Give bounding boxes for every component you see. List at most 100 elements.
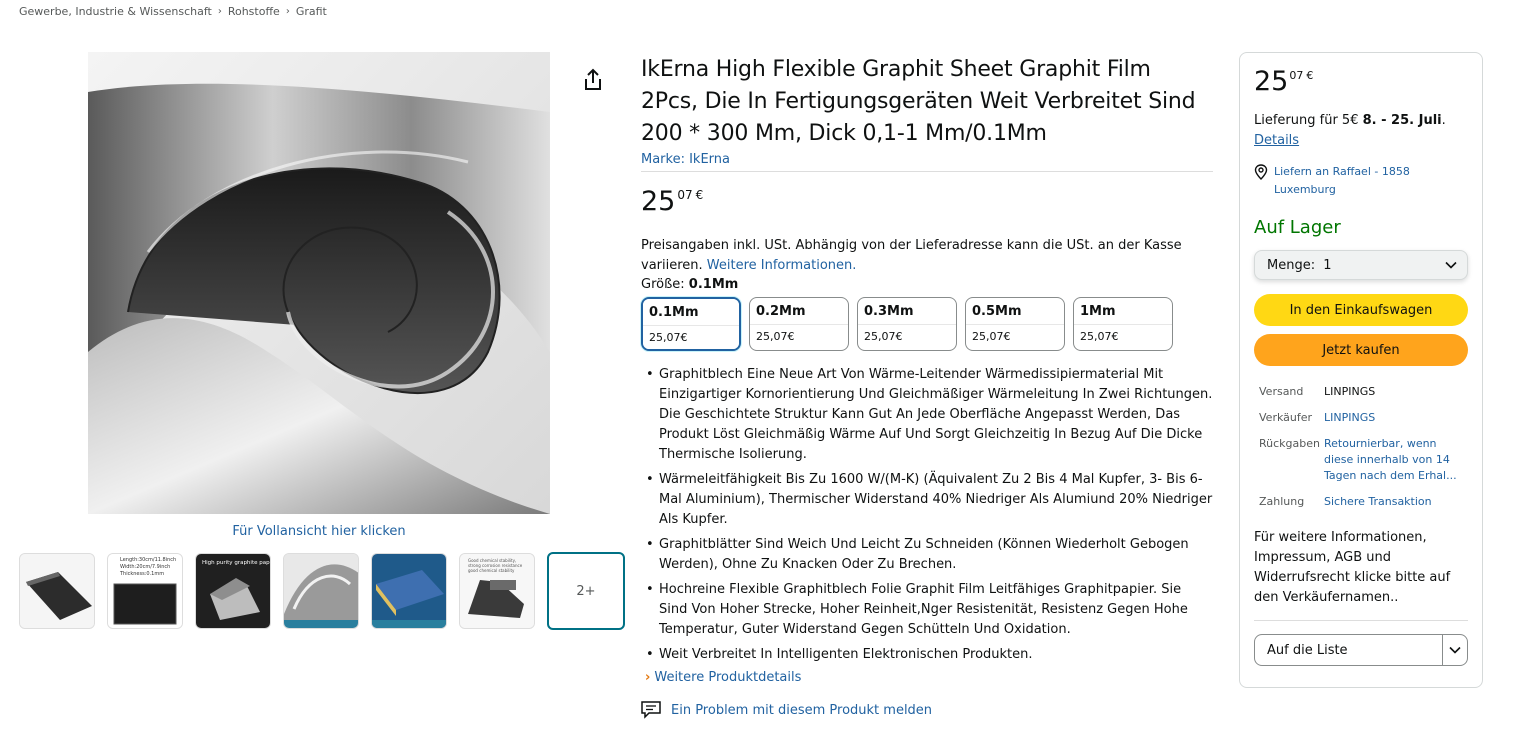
graphite-dimensions-thumb: Length:30cm/11.8inch Width:20cm/7.9inch … (108, 554, 182, 628)
seller-link[interactable]: LINPINGS (1324, 410, 1468, 426)
breadcrumb-item[interactable]: Rohstoffe (228, 5, 280, 18)
size-option-0-2mm[interactable]: 0.2Mm 25,07€ (749, 297, 849, 351)
list-dropdown-button[interactable] (1442, 635, 1467, 665)
size-option-name: 1Mm (1080, 304, 1116, 319)
more-images-button[interactable]: 2+ (547, 552, 625, 630)
quantity-label: Menge: (1267, 257, 1316, 273)
feature-bullet: Hochreine Flexible Graphitblech Folie Gr… (641, 580, 1213, 640)
size-option-0-3mm[interactable]: 0.3Mm 25,07€ (857, 297, 957, 351)
fullview-link[interactable]: Für Vollansicht hier klicken (88, 524, 550, 539)
more-images-label: 2+ (576, 583, 596, 599)
size-option-0-1mm[interactable]: 0.1Mm 25,07€ (641, 297, 741, 351)
price-fraction: 07 (677, 188, 693, 202)
buy-now-button[interactable]: Jetzt kaufen (1254, 334, 1468, 366)
svg-text:High purity graphite paper: High purity graphite paper (202, 560, 271, 566)
main-product-image[interactable] (88, 52, 550, 514)
svg-text:Width:20cm/7.9inch: Width:20cm/7.9inch (120, 564, 170, 570)
chevron-right-icon: › (645, 670, 651, 685)
size-option-price: 25,07€ (858, 324, 956, 350)
info-row-shipping: Versand LINPINGS (1254, 384, 1468, 400)
thumbnail[interactable]: Good chemical stability, strong corrosio… (459, 553, 535, 629)
price-whole: 25 (1254, 66, 1289, 97)
stock-status: Auf Lager (1254, 217, 1341, 238)
size-option-0-5mm[interactable]: 0.5Mm 25,07€ (965, 297, 1065, 351)
size-label-text: Größe: (641, 277, 685, 292)
feature-bullet: Wärmeleitfähigkeit Bis Zu 1600 W/(M-K) (… (641, 470, 1213, 530)
location-pin-icon (1254, 164, 1268, 180)
size-options: 0.1Mm 25,07€ 0.2Mm 25,07€ 0.3Mm 25,07€ 0… (641, 297, 1213, 351)
info-key: Rückgaben (1259, 437, 1320, 450)
chevron-down-icon (1449, 646, 1461, 654)
feature-bullet: Weit Verbreitet In Intelligenten Elektro… (641, 645, 1213, 665)
graphite-sheet-image (88, 52, 550, 514)
graphite-sheet-thumb (20, 554, 94, 628)
payment-link[interactable]: Sichere Transaktion (1324, 494, 1468, 510)
add-to-list-label: Auf die Liste (1267, 642, 1348, 658)
size-option-name: 0.1Mm (643, 299, 739, 325)
size-option-name: 0.3Mm (864, 304, 914, 319)
thumbnail[interactable] (19, 553, 95, 629)
svg-text:good chemical stability: good chemical stability (468, 568, 515, 573)
graphite-roll-thumb (284, 554, 358, 628)
seller-info-table: Versand LINPINGS Verkäufer LINPINGS Rück… (1254, 384, 1468, 510)
more-details-link[interactable]: › Weitere Produktdetails (645, 670, 1213, 685)
buybox-price: 25 07 € (1254, 67, 1468, 97)
thumbnail[interactable] (283, 553, 359, 629)
share-icon[interactable] (582, 68, 604, 92)
report-problem-link[interactable]: Ein Problem mit diesem Produkt melden (641, 701, 1213, 719)
product-title: IkErna High Flexible Graphit Sheet Graph… (641, 57, 1196, 146)
size-label: Größe: 0.1Mm (641, 277, 1213, 292)
info-row-payment: Zahlung Sichere Transaktion (1254, 494, 1468, 510)
returns-link[interactable]: Retournierbar, wenn diese innerhalb von … (1324, 436, 1468, 484)
product-price: 25 07 € (641, 186, 1213, 218)
report-problem-label: Ein Problem mit diesem Produkt melden (671, 702, 933, 718)
svg-text:Thickness:0.1mm: Thickness:0.1mm (119, 571, 164, 577)
product-details: IkErna High Flexible Graphit Sheet Graph… (641, 54, 1213, 719)
price-currency: € (1306, 69, 1314, 82)
delivery-info: Lieferung für 5€ 8. - 25. Juli. Details (1254, 111, 1468, 151)
thumbnail[interactable]: Length:30cm/11.8inch Width:20cm/7.9inch … (107, 553, 183, 629)
size-option-name: 0.2Mm (756, 304, 806, 319)
tax-note: Preisangaben inkl. USt. Abhängig von der… (641, 236, 1213, 276)
chevron-right-icon: › (285, 6, 290, 17)
feature-bullets: Graphitblech Eine Neue Art Von Wärme-Lei… (641, 365, 1213, 665)
graphite-purity-thumb: High purity graphite paper (196, 554, 271, 628)
delivery-dates: 8. - 25. Juli (1362, 113, 1442, 128)
thumbnail[interactable] (371, 553, 447, 629)
size-selected-value: 0.1Mm (688, 277, 739, 292)
quantity-select[interactable]: Menge: 1 (1254, 250, 1468, 280)
chevron-down-icon (1445, 261, 1457, 269)
seller-note: Für weitere Informationen, Impressum, AG… (1254, 530, 1451, 605)
info-value: LINPINGS (1324, 385, 1376, 398)
graphite-stack-thumb (372, 554, 446, 628)
add-to-list-button[interactable]: Auf die Liste (1254, 634, 1468, 666)
chevron-right-icon: › (217, 6, 222, 17)
breadcrumb-item[interactable]: Gewerbe, Industrie & Wissenschaft (19, 5, 212, 18)
delivery-location[interactable]: Liefern an Raffael - 1858 Luxemburg (1254, 163, 1468, 199)
feature-bullet: Graphitblätter Sind Weich Und Leicht Zu … (641, 535, 1213, 575)
breadcrumb-item[interactable]: Grafit (296, 5, 327, 18)
svg-text:Length:30cm/11.8inch: Length:30cm/11.8inch (120, 557, 176, 563)
delivery-details-link[interactable]: Details (1254, 133, 1299, 148)
delivery-prefix: Lieferung für 5€ (1254, 113, 1359, 128)
size-option-price: 25,07€ (966, 324, 1064, 350)
graphite-features-thumb: Good chemical stability, strong corrosio… (460, 554, 534, 628)
more-details-label: Weitere Produktdetails (654, 670, 802, 685)
price-currency: € (695, 188, 704, 202)
feedback-icon (641, 701, 661, 719)
delivery-location-text: Liefern an Raffael - 1858 Luxemburg (1274, 165, 1410, 196)
size-option-price: 25,07€ (643, 325, 739, 349)
price-whole: 25 (641, 186, 676, 217)
thumbnail[interactable]: High purity graphite paper (195, 553, 271, 629)
info-key: Versand (1259, 385, 1304, 398)
delivery-suffix: . (1441, 113, 1446, 128)
brand-link[interactable]: Marke: IkErna (641, 152, 1213, 167)
quantity-text: Menge: 1 (1267, 258, 1332, 273)
divider (1254, 620, 1468, 621)
tax-info-link[interactable]: Weitere Informationen. (707, 258, 857, 273)
add-to-cart-button[interactable]: In den Einkaufswagen (1254, 294, 1468, 326)
info-key: Zahlung (1259, 495, 1305, 508)
size-option-1mm[interactable]: 1Mm 25,07€ (1073, 297, 1173, 351)
divider (641, 171, 1213, 172)
thumbnail-strip: Length:30cm/11.8inch Width:20cm/7.9inch … (19, 552, 625, 631)
